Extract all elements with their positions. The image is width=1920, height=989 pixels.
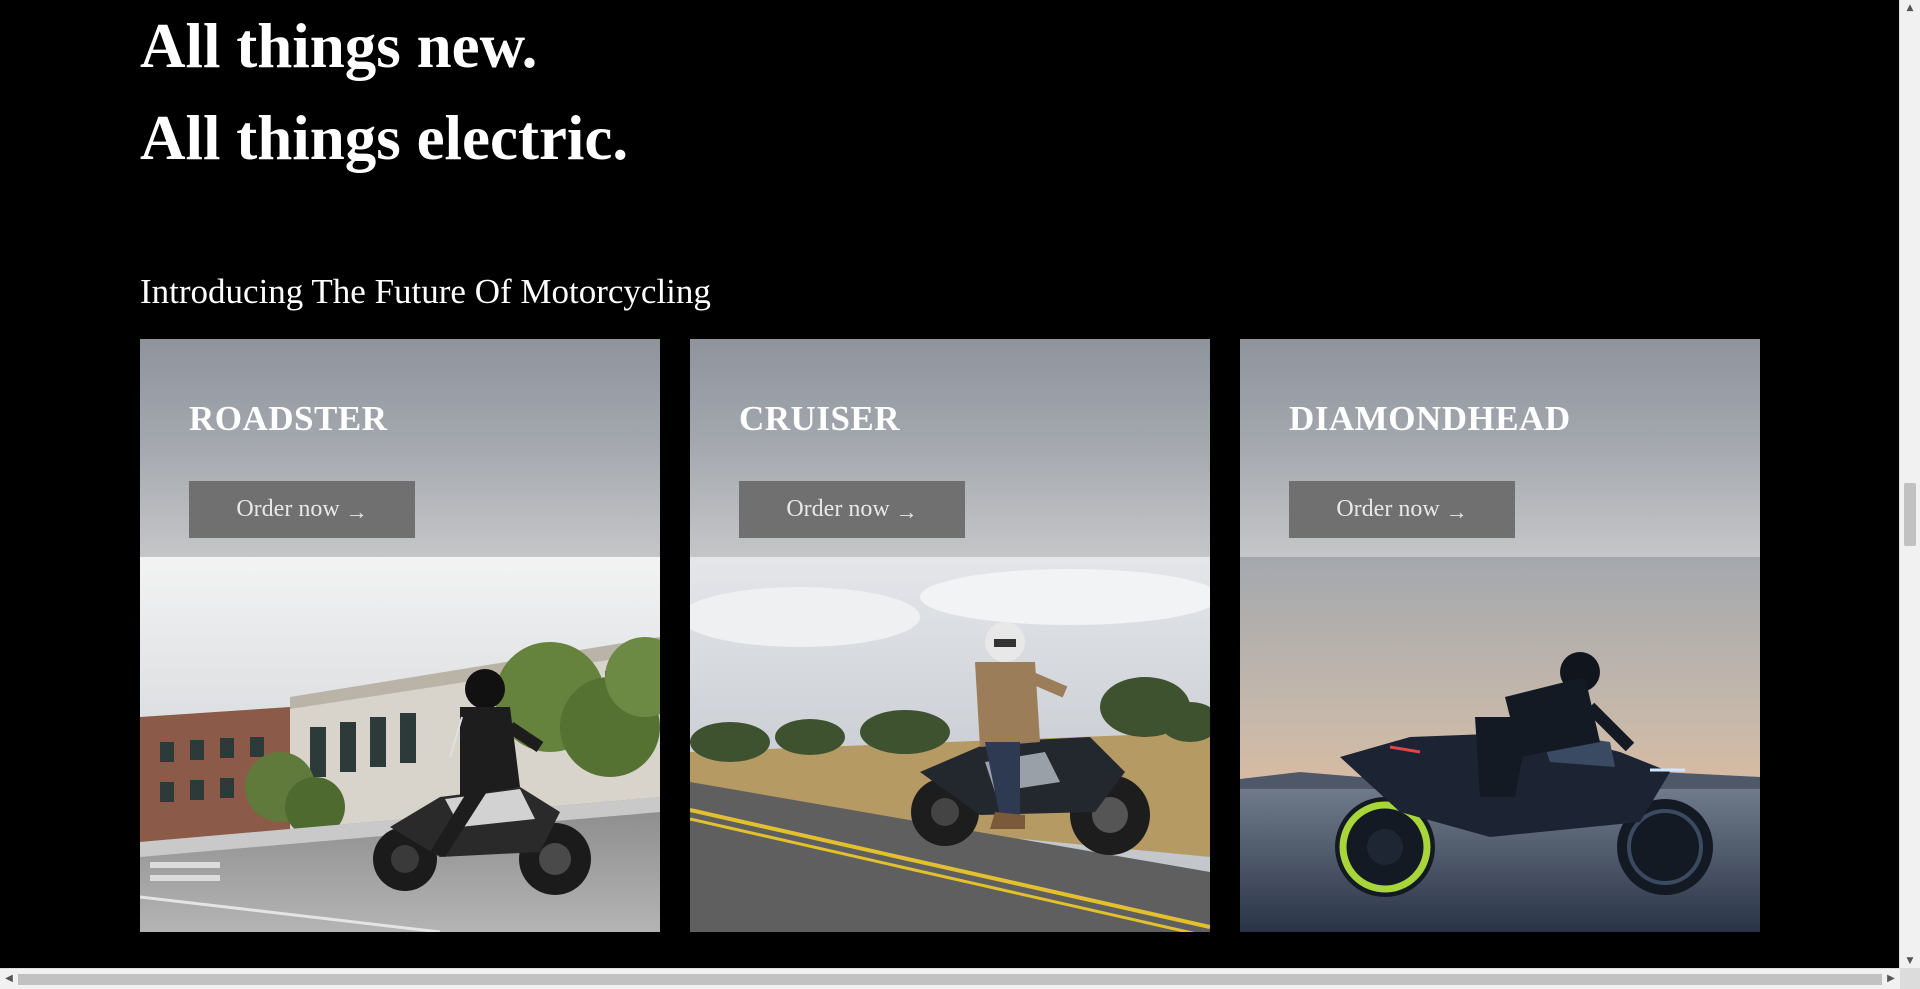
page: All things new. All things electric. Int…: [0, 0, 1920, 989]
arrow-right-icon: →: [345, 498, 368, 524]
order-now-button-diamondhead[interactable]: Order now →: [1289, 481, 1515, 538]
product-card-diamondhead: DIAMONDHEAD Order now →: [1240, 339, 1760, 932]
card-title: CRUISER: [739, 399, 901, 438]
diamondhead-image: [1240, 557, 1760, 932]
scrollbar-corner: [1900, 969, 1920, 989]
scroll-left-icon[interactable]: ◀: [0, 969, 18, 989]
product-card-cruiser: CRUISER Order now →: [690, 339, 1210, 932]
card-title: DIAMONDHEAD: [1289, 399, 1571, 438]
vertical-scrollbar[interactable]: ▲ ▼: [1899, 0, 1920, 969]
horizontal-scroll-thumb[interactable]: [18, 974, 1882, 985]
scroll-right-icon[interactable]: ▶: [1882, 969, 1900, 989]
product-cards: ROADSTER Order now → CRUISER Order now →…: [140, 339, 1760, 932]
roadster-image: [140, 557, 660, 932]
cruiser-image: [690, 557, 1210, 932]
card-header: CRUISER Order now →: [690, 339, 1210, 557]
arrow-right-icon: →: [1445, 498, 1468, 524]
section-subtitle: Introducing The Future Of Motorcycling: [140, 272, 711, 311]
vertical-scroll-thumb[interactable]: [1904, 483, 1916, 546]
product-card-roadster: ROADSTER Order now →: [140, 339, 660, 932]
scroll-down-icon[interactable]: ▼: [1900, 953, 1920, 969]
hero-line-2: All things electric.: [140, 103, 629, 173]
order-now-button-roadster[interactable]: Order now →: [189, 481, 415, 538]
button-label: Order now: [236, 496, 340, 522]
hero-heading: All things new. All things electric.: [140, 0, 628, 184]
card-title: ROADSTER: [189, 399, 388, 438]
card-header: DIAMONDHEAD Order now →: [1240, 339, 1760, 557]
horizontal-scrollbar[interactable]: ◀ ▶: [0, 968, 1920, 989]
order-now-button-cruiser[interactable]: Order now →: [739, 481, 965, 538]
button-label: Order now: [1336, 496, 1440, 522]
button-label: Order now: [786, 496, 890, 522]
scroll-up-icon[interactable]: ▲: [1900, 0, 1920, 16]
hero-line-1: All things new.: [140, 11, 538, 81]
card-header: ROADSTER Order now →: [140, 339, 660, 557]
arrow-right-icon: →: [895, 498, 918, 524]
